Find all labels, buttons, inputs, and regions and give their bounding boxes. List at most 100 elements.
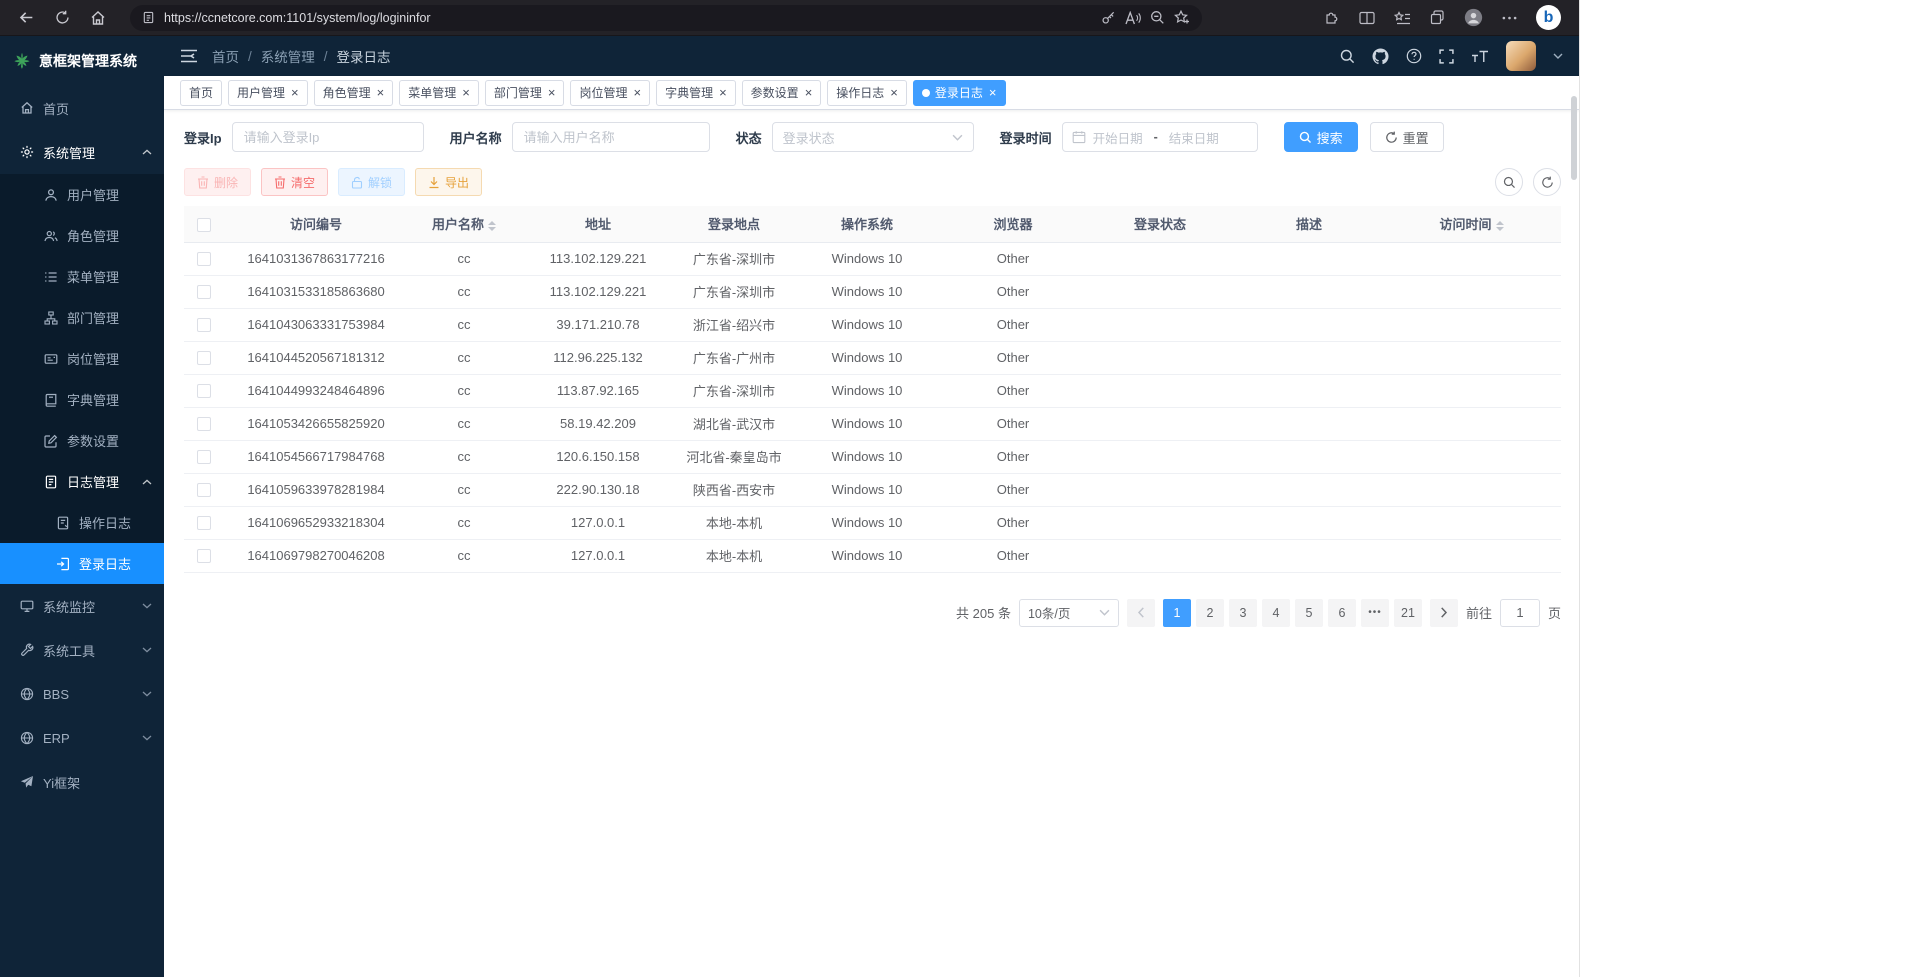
goto-page-input[interactable] xyxy=(1500,599,1540,627)
row-checkbox[interactable] xyxy=(197,450,211,464)
sort-caret-icon[interactable] xyxy=(488,221,496,231)
sidebar-item-op-log[interactable]: 操作日志 xyxy=(0,502,164,543)
tab-dept-mgmt[interactable]: 部门管理× xyxy=(485,80,565,106)
user-name-input[interactable] xyxy=(512,122,710,152)
date-range-picker[interactable]: 开始日期 - 结束日期 xyxy=(1062,122,1258,152)
tab-close-icon[interactable]: × xyxy=(291,86,299,99)
browser-back-button[interactable] xyxy=(12,4,40,32)
fullscreen-icon[interactable] xyxy=(1439,49,1454,64)
page-info-icon[interactable] xyxy=(142,11,155,24)
sidebar-item-dict-mgmt[interactable]: 字典管理 xyxy=(0,379,164,420)
clear-button[interactable]: 清空 xyxy=(261,168,328,196)
sidebar-item-home[interactable]: 首页 xyxy=(0,86,164,130)
pager-page-4[interactable]: 4 xyxy=(1262,599,1290,627)
tab-login-log[interactable]: 登录日志× xyxy=(913,80,1006,106)
tab-role-mgmt[interactable]: 角色管理× xyxy=(314,80,394,106)
tab-close-icon[interactable]: × xyxy=(633,86,641,99)
sort-caret-icon[interactable] xyxy=(1496,221,1504,231)
row-checkbox[interactable] xyxy=(197,549,211,563)
row-checkbox[interactable] xyxy=(197,252,211,266)
tab-close-icon[interactable]: × xyxy=(805,86,813,99)
bing-copilot-icon[interactable]: b xyxy=(1536,5,1561,30)
browser-profile-icon[interactable] xyxy=(1464,8,1483,27)
search-icon[interactable] xyxy=(1340,49,1355,64)
browser-refresh-button[interactable] xyxy=(48,4,76,32)
tab-close-icon[interactable]: × xyxy=(462,86,470,99)
favorites-bar-icon[interactable] xyxy=(1394,11,1411,25)
split-screen-icon[interactable] xyxy=(1359,11,1375,25)
pager-page-6[interactable]: 6 xyxy=(1328,599,1356,627)
help-icon[interactable] xyxy=(1406,48,1422,64)
page-size-select[interactable]: 10条/页 xyxy=(1019,599,1119,627)
tab-close-icon[interactable]: × xyxy=(377,86,385,99)
hamburger-icon[interactable] xyxy=(180,49,198,63)
zoom-out-icon[interactable] xyxy=(1150,10,1165,25)
pager-next-button[interactable] xyxy=(1430,599,1458,627)
read-aloud-icon[interactable] xyxy=(1125,11,1141,25)
sidebar-item-login-log[interactable]: 登录日志 xyxy=(0,543,164,584)
browser-menu-dots-icon[interactable] xyxy=(1502,16,1517,20)
column-header-user[interactable]: 用户名称 xyxy=(408,206,520,242)
tab-param-settings[interactable]: 参数设置× xyxy=(742,80,822,106)
sidebar-item-menu-mgmt[interactable]: 菜单管理 xyxy=(0,256,164,297)
pager-more-button[interactable]: ••• xyxy=(1361,599,1389,627)
pager-page-5[interactable]: 5 xyxy=(1295,599,1323,627)
sidebar-item-user-mgmt[interactable]: 用户管理 xyxy=(0,174,164,215)
sidebar-item-post-mgmt[interactable]: 岗位管理 xyxy=(0,338,164,379)
tab-close-icon[interactable]: × xyxy=(989,86,997,99)
tab-op-log[interactable]: 操作日志× xyxy=(827,80,907,106)
tab-home[interactable]: 首页 xyxy=(180,80,222,106)
reset-button[interactable]: 重置 xyxy=(1370,122,1444,152)
tab-dict-mgmt[interactable]: 字典管理× xyxy=(656,80,736,106)
extensions-puzzle-icon[interactable] xyxy=(1324,10,1340,26)
sidebar-item-erp[interactable]: ERP xyxy=(0,716,164,760)
sidebar-item-yi-framework[interactable]: Yi框架 xyxy=(0,760,164,804)
sidebar-item-system-mgmt[interactable]: 系统管理 xyxy=(0,130,164,174)
row-checkbox[interactable] xyxy=(197,384,211,398)
font-size-icon[interactable] xyxy=(1471,50,1489,63)
toggle-search-button[interactable] xyxy=(1495,168,1523,196)
row-checkbox[interactable] xyxy=(197,285,211,299)
user-avatar[interactable] xyxy=(1506,41,1536,71)
sidebar-item-param-settings[interactable]: 参数设置 xyxy=(0,420,164,461)
password-key-icon[interactable] xyxy=(1101,10,1116,25)
collections-icon[interactable] xyxy=(1430,10,1445,25)
pager-page-2[interactable]: 2 xyxy=(1196,599,1224,627)
login-ip-input[interactable] xyxy=(232,122,424,152)
app-logo[interactable]: 意框架管理系统 xyxy=(0,36,164,86)
tab-close-icon[interactable]: × xyxy=(719,86,727,99)
tab-close-icon[interactable]: × xyxy=(890,86,898,99)
tab-close-icon[interactable]: × xyxy=(548,86,556,99)
unlock-button[interactable]: 解锁 xyxy=(338,168,405,196)
breadcrumb-item-system[interactable]: 系统管理 xyxy=(261,46,315,66)
sidebar-item-dept-mgmt[interactable]: 部门管理 xyxy=(0,297,164,338)
sidebar-item-role-mgmt[interactable]: 角色管理 xyxy=(0,215,164,256)
row-checkbox[interactable] xyxy=(197,516,211,530)
export-button[interactable]: 导出 xyxy=(415,168,482,196)
pager-page-3[interactable]: 3 xyxy=(1229,599,1257,627)
status-select[interactable]: 登录状态 xyxy=(772,122,974,152)
tab-user-mgmt[interactable]: 用户管理× xyxy=(228,80,308,106)
select-all-checkbox[interactable] xyxy=(197,218,211,232)
tab-menu-mgmt[interactable]: 菜单管理× xyxy=(399,80,479,106)
search-button[interactable]: 搜索 xyxy=(1284,122,1358,152)
url-text[interactable]: https://ccnetcore.com:1101/system/log/lo… xyxy=(164,11,1092,25)
refresh-table-button[interactable] xyxy=(1533,168,1561,196)
pager-page-21[interactable]: 21 xyxy=(1394,599,1422,627)
address-bar[interactable]: https://ccnetcore.com:1101/system/log/lo… xyxy=(130,5,1202,31)
add-favorite-star-icon[interactable] xyxy=(1174,10,1190,25)
scrollbar-thumb[interactable] xyxy=(1571,96,1577,180)
pager-prev-button[interactable] xyxy=(1127,599,1155,627)
column-header-time[interactable]: 访问时间 xyxy=(1382,206,1561,242)
tab-post-mgmt[interactable]: 岗位管理× xyxy=(570,80,650,106)
delete-button[interactable]: 删除 xyxy=(184,168,251,196)
sidebar-item-log-mgmt[interactable]: 日志管理 xyxy=(0,461,164,502)
browser-home-button[interactable] xyxy=(84,4,112,32)
sidebar-item-system-tools[interactable]: 系统工具 xyxy=(0,628,164,672)
github-icon[interactable] xyxy=(1372,48,1389,65)
row-checkbox[interactable] xyxy=(197,483,211,497)
row-checkbox[interactable] xyxy=(197,318,211,332)
row-checkbox[interactable] xyxy=(197,351,211,365)
avatar-caret-icon[interactable] xyxy=(1553,53,1563,59)
pager-page-1[interactable]: 1 xyxy=(1163,599,1191,627)
